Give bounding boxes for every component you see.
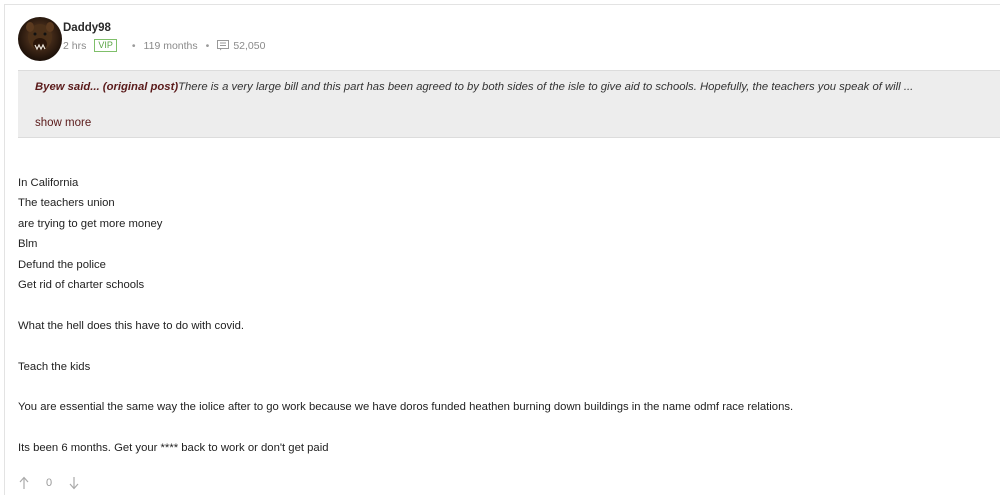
membership-length: 119 months [143, 39, 198, 52]
body-gap [18, 336, 793, 356]
body-line: are trying to get more money [18, 217, 163, 230]
vote-count: 0 [46, 477, 53, 489]
body-gap [18, 377, 793, 397]
post-meta: 2 hrs VIP • 119 months • 52,050 [63, 39, 265, 52]
avatar[interactable] [18, 17, 62, 61]
body-line: The teachers union [18, 197, 115, 210]
post-card: Daddy98 2 hrs VIP • 119 months • 52,050 … [4, 4, 1000, 495]
body-line: Its been 6 months. Get your **** back to… [18, 442, 329, 455]
body-gap [18, 418, 793, 438]
vip-badge: VIP [94, 39, 117, 52]
upvote-icon[interactable] [18, 476, 30, 490]
post-body: In California The teachers union are try… [18, 173, 793, 458]
time-ago: 2 hrs [63, 39, 87, 52]
separator-dot: • [205, 39, 210, 52]
body-line: Blm [18, 238, 38, 251]
body-line: You are essential the same way the iolic… [18, 401, 794, 414]
body-line: What the hell does this have to do with … [18, 319, 245, 332]
show-more-link[interactable]: show more [35, 117, 91, 129]
body-line: Get rid of charter schools [18, 278, 145, 291]
quote-author[interactable]: Byew said... (original post) [35, 81, 178, 93]
post-count: 52,050 [233, 39, 266, 52]
username[interactable]: Daddy98 [63, 22, 111, 34]
vote-bar: 0 [18, 476, 80, 490]
downvote-icon[interactable] [68, 476, 80, 490]
quote-body: There is a very large bill and this part… [178, 81, 914, 93]
quote-text: Byew said... (original post)There is a v… [35, 81, 913, 93]
body-line: Defund the police [18, 258, 106, 271]
comment-icon [217, 40, 230, 51]
body-line: Teach the kids [18, 360, 91, 373]
body-gap [18, 295, 793, 315]
body-line: In California [18, 177, 79, 189]
quoted-post: Byew said... (original post)There is a v… [18, 70, 1000, 138]
separator-dot: • [131, 39, 136, 52]
